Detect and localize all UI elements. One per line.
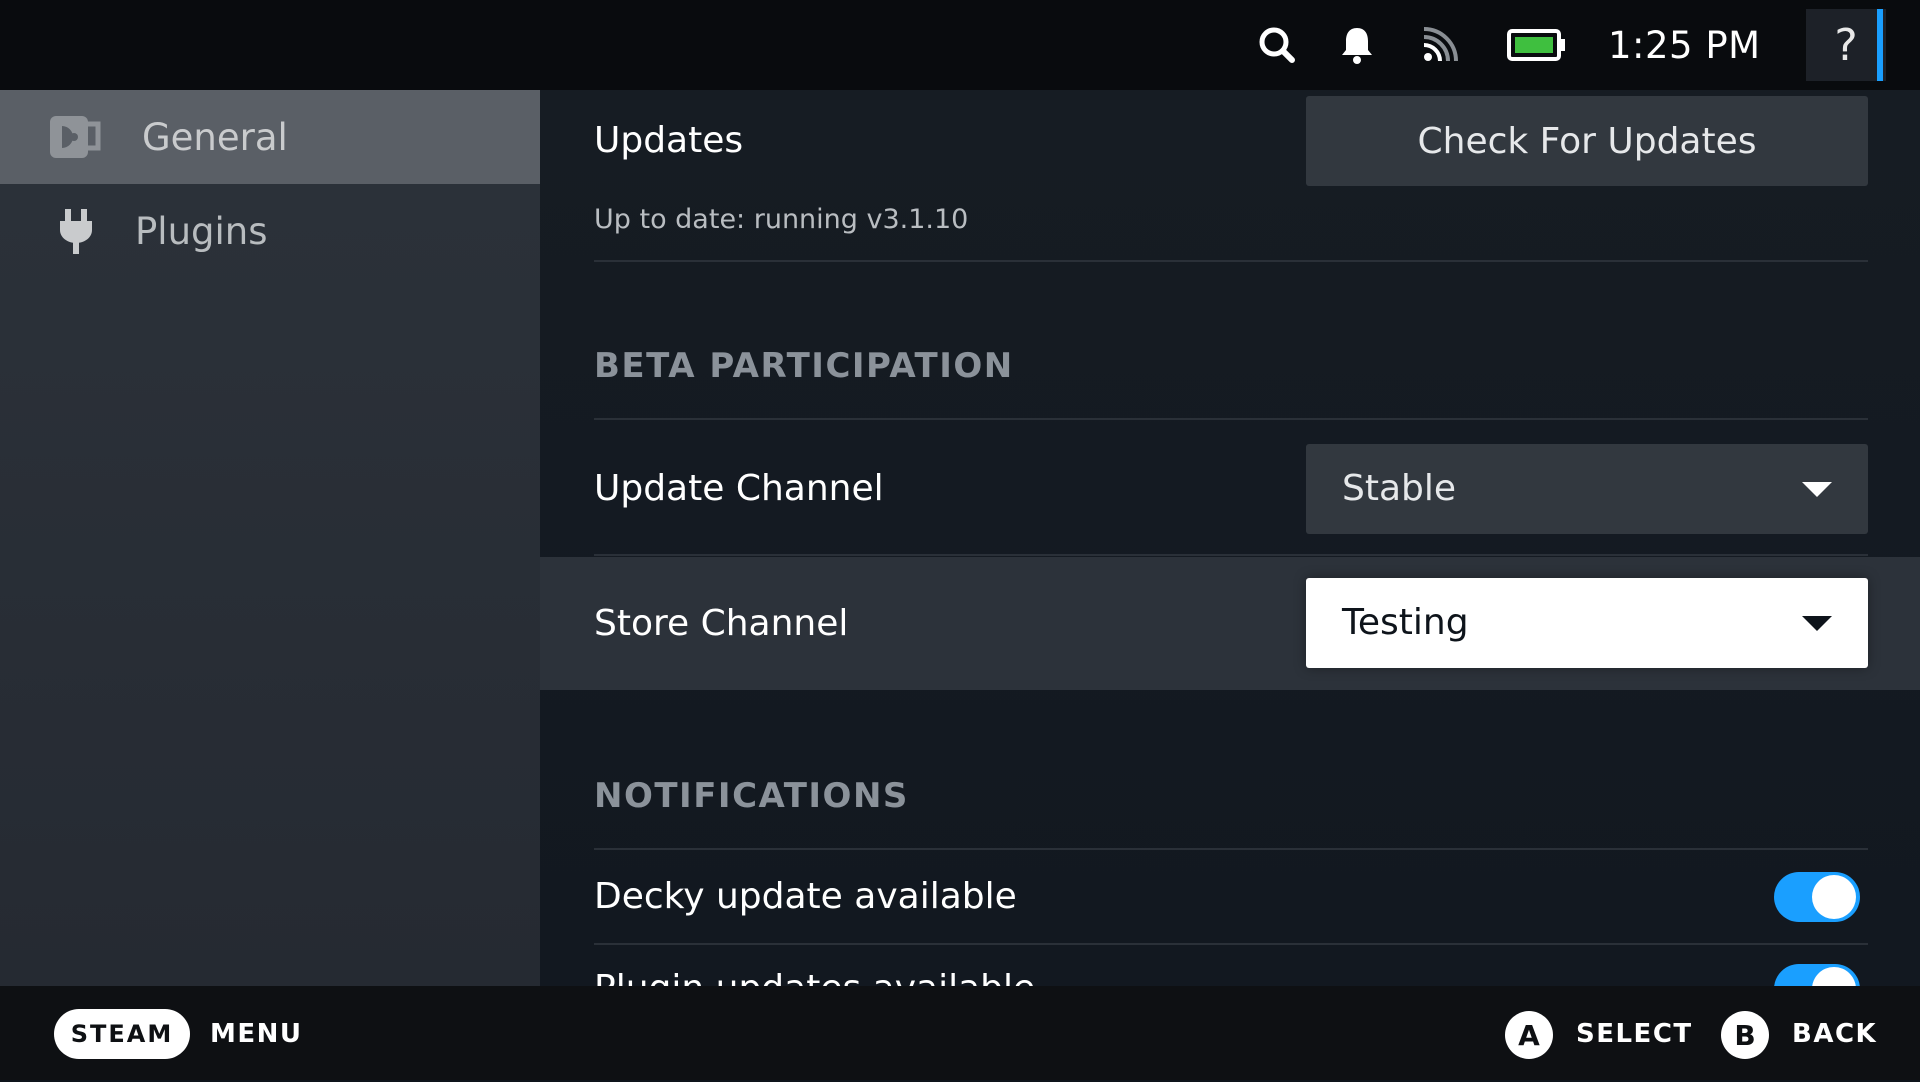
check-for-updates-button[interactable]: Check For Updates <box>1306 96 1868 186</box>
divider <box>594 418 1868 420</box>
plug-icon <box>58 184 94 278</box>
store-channel-value: Testing <box>1342 602 1469 643</box>
plugin-update-toggle[interactable] <box>1774 964 1860 986</box>
chevron-down-icon <box>1802 482 1832 497</box>
help-accent-bar <box>1877 9 1883 81</box>
select-hint[interactable]: SELECT <box>1576 986 1693 1082</box>
toggle-knob <box>1812 875 1856 919</box>
top-status-bar: 1:25 PM ? <box>0 0 1920 90</box>
update-channel-dropdown[interactable]: Stable <box>1306 444 1868 534</box>
sidebar-item-general[interactable]: General <box>0 90 540 184</box>
help-label: ? <box>1834 19 1858 71</box>
check-for-updates-label: Check For Updates <box>1417 120 1757 162</box>
a-button-label: A <box>1518 1018 1540 1052</box>
sidebar-item-label: Plugins <box>135 209 268 253</box>
back-hint[interactable]: BACK <box>1792 986 1877 1082</box>
update-channel-label: Update Channel <box>594 468 884 509</box>
decky-update-label: Decky update available <box>594 876 1017 917</box>
help-button[interactable]: ? <box>1806 9 1886 81</box>
update-channel-value: Stable <box>1342 468 1457 509</box>
controller-hints-bar: STEAM MENU A SELECT B BACK <box>0 986 1920 1080</box>
plugin-update-label: Plugin updates available <box>594 968 1035 986</box>
divider <box>594 260 1868 262</box>
store-channel-label: Store Channel <box>594 603 849 644</box>
sidebar-item-plugins[interactable]: Plugins <box>0 184 540 278</box>
battery-icon <box>1506 0 1568 90</box>
notifications-heading: NOTIFICATIONS <box>594 776 909 816</box>
network-signal-icon <box>1418 0 1462 90</box>
steam-button[interactable]: STEAM <box>54 1009 190 1059</box>
b-button-glyph: B <box>1721 1011 1769 1059</box>
sidebar-item-label: General <box>142 115 288 159</box>
notifications-bell-icon[interactable] <box>1335 0 1379 90</box>
divider <box>594 848 1868 850</box>
updates-label: Updates <box>594 120 744 161</box>
chevron-down-icon <box>1802 616 1832 631</box>
decky-update-toggle[interactable] <box>1774 872 1860 922</box>
toggle-knob <box>1812 967 1856 986</box>
settings-sidebar: General Plugins <box>0 90 540 986</box>
b-button-label: B <box>1734 1018 1756 1052</box>
store-channel-dropdown[interactable]: Testing <box>1306 578 1868 668</box>
decky-logo-icon <box>48 90 102 184</box>
menu-hint: MENU <box>210 1019 303 1049</box>
a-button-glyph: A <box>1505 1011 1553 1059</box>
settings-content: Updates Check For Updates Up to date: ru… <box>540 90 1920 986</box>
beta-participation-heading: BETA PARTICIPATION <box>594 346 1014 386</box>
clock: 1:25 PM <box>1608 24 1761 67</box>
steam-label: STEAM <box>70 1020 174 1048</box>
update-status-text: Up to date: running v3.1.10 <box>594 204 969 235</box>
search-icon[interactable] <box>1252 0 1302 90</box>
divider <box>594 943 1868 945</box>
divider <box>594 554 1868 556</box>
